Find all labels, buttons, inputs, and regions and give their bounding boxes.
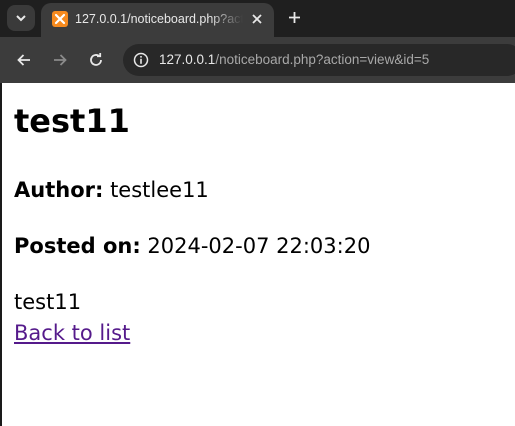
posted-label: Posted on:: [14, 234, 141, 258]
xampp-favicon-icon: [52, 11, 68, 27]
reload-icon: [90, 53, 102, 66]
arrow-right-icon: [54, 54, 67, 66]
url-path: /noticeboard.php?action=view&id=5: [215, 52, 430, 67]
chevron-down-icon: [16, 15, 26, 22]
plus-icon: [288, 11, 300, 23]
close-icon: [252, 14, 262, 24]
browser-tabstrip: 127.0.0.1/noticeboard.php?action=view&id…: [0, 0, 515, 37]
posted-line: Posted on: 2024-02-07 22:03:20: [14, 234, 370, 258]
xampp-logo-icon: [54, 13, 66, 25]
browser-tab[interactable]: 127.0.0.1/noticeboard.php?action=view&id…: [41, 3, 274, 37]
info-icon: [133, 52, 149, 68]
arrow-left-icon: [17, 54, 30, 66]
post-title: test11: [14, 102, 130, 140]
window-edge: [0, 83, 2, 426]
close-tab-button[interactable]: [249, 11, 265, 27]
browser-toolbar: 127.0.0.1/noticeboard.php?action=view&id…: [0, 37, 515, 83]
author-line: Author: testlee11: [14, 178, 209, 202]
back-button[interactable]: [14, 50, 34, 70]
tab-title: 127.0.0.1/noticeboard.php?action=view&id…: [75, 12, 243, 26]
forward-button[interactable]: [50, 50, 70, 70]
site-info-button[interactable]: [131, 50, 151, 70]
author-label: Author:: [14, 178, 104, 202]
url-text: 127.0.0.1/noticeboard.php?action=view&id…: [159, 52, 429, 70]
address-bar[interactable]: 127.0.0.1/noticeboard.php?action=view&id…: [123, 44, 515, 76]
new-tab-button[interactable]: [283, 6, 305, 28]
reload-button[interactable]: [86, 50, 106, 70]
url-host: 127.0.0.1: [159, 52, 216, 67]
posted-value: 2024-02-07 22:03:20: [147, 234, 371, 258]
back-to-list-link[interactable]: Back to list: [14, 321, 130, 345]
post-body: test11: [14, 290, 82, 314]
author-value: testlee11: [110, 178, 209, 202]
tab-search-button[interactable]: [7, 5, 35, 31]
